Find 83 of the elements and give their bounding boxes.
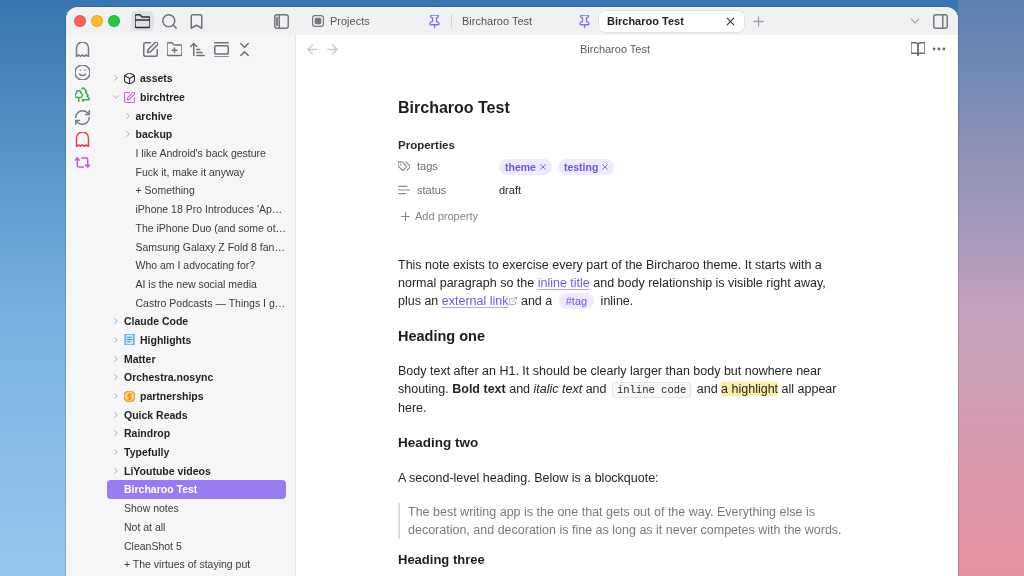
paragraph: Body text after an H1. It should be clearly larger than body but nowhere near shouting. Bold text and italic text and inline code and a highlight all appear here. (398, 363, 838, 417)
folder-item[interactable]: Raindrop (107, 424, 286, 443)
file-item[interactable]: iPhone 18 Pro Introduces 'Ap… (107, 199, 286, 219)
file-item[interactable]: + Something (107, 181, 286, 200)
bookmark-icon (189, 13, 204, 29)
search-icon (162, 13, 177, 29)
folder-item[interactable]: backup (107, 125, 286, 144)
file-item[interactable]: Not at all (107, 517, 286, 537)
paragraph: A second-level heading. Below is a blockquote: (398, 470, 660, 487)
right-sidebar-toggle-icon[interactable] (933, 13, 948, 29)
file-item[interactable]: AI is the new social media (107, 274, 286, 294)
close-icon[interactable] (725, 15, 736, 27)
window-zoom-button[interactable] (108, 15, 120, 27)
new-note-icon[interactable] (143, 41, 158, 57)
file-item[interactable]: CleanShot 5 (107, 536, 286, 555)
tag-pill[interactable]: theme (499, 159, 552, 175)
folder-item[interactable]: Orchestra.nosync (107, 368, 286, 387)
tag-pill[interactable]: testing (557, 159, 615, 175)
smiley-icon[interactable] (74, 64, 90, 80)
add-property-button[interactable]: Add property (398, 204, 478, 228)
new-tab-icon[interactable] (752, 14, 765, 28)
folder-item[interactable]: Claude Code (107, 311, 286, 331)
document-icon (124, 334, 135, 346)
file-explorer-button[interactable] (131, 11, 154, 31)
folder-item[interactable]: assets (107, 69, 286, 88)
folder-item[interactable]: Highlights (107, 330, 286, 350)
ghost-icon[interactable] (74, 42, 90, 57)
folder-item[interactable]: partnerships (107, 386, 286, 406)
sort-icon[interactable] (190, 41, 205, 57)
inline-code: inline code (611, 382, 692, 398)
folder-item[interactable]: archive (107, 106, 286, 126)
cube-icon (124, 72, 135, 84)
file-item[interactable]: Who am I advocating for? (107, 255, 286, 275)
plus-icon (400, 210, 411, 222)
file-item[interactable]: Fuck it, make it anyway (107, 162, 286, 182)
properties-heading: Properties (398, 138, 456, 153)
heading: Heading three (398, 551, 486, 569)
file-item[interactable]: Castro Podcasts — Things I g… (107, 293, 286, 312)
paragraph: This note exists to exercise every part of the Bircharoo theme. It starts with a normal paragraph so the inline title and body relationship is visible right away, plus an external link and a #tag inline. (398, 257, 827, 310)
note-pen-icon (124, 91, 135, 103)
note-header-title: Bircharoo Test (578, 43, 652, 55)
new-folder-icon[interactable] (166, 41, 182, 57)
collapse-all-icon[interactable] (237, 41, 252, 57)
open-book-icon[interactable] (911, 42, 925, 56)
repeat-icon[interactable] (74, 154, 90, 170)
highlighted-text: a highlight (721, 382, 779, 396)
text-lines-icon (398, 184, 410, 196)
tag-pill[interactable]: #tag (558, 293, 595, 309)
sidebar-toggle-icon[interactable] (274, 13, 289, 29)
ghost-icon[interactable] (74, 132, 90, 147)
note-title: Bircharoo Test (398, 98, 511, 118)
blockquote: The best writing app is the one that gets out of the way. Everything else is decoration, and decoration is fine as long as it never competes with the words. (398, 503, 846, 539)
reveal-file-icon[interactable] (213, 41, 229, 57)
tab[interactable]: Bircharoo Test (599, 10, 744, 32)
window-close-button[interactable] (74, 15, 86, 27)
folder-icon (135, 13, 150, 29)
file-item[interactable]: Show notes (107, 498, 286, 518)
property-name: status (417, 184, 447, 196)
pin-icon[interactable] (578, 14, 591, 28)
folder-item[interactable]: Quick Reads (107, 405, 286, 425)
view-icon (312, 15, 324, 27)
file-item[interactable]: + The virtues of staying put (107, 554, 286, 574)
folder-item[interactable]: Typefully (107, 442, 286, 462)
property-name: tags (417, 160, 438, 172)
tab[interactable]: Projects (304, 10, 449, 32)
folder-item[interactable]: Matter (107, 349, 286, 368)
file-item[interactable]: The iPhone Duo (and some ot… (107, 218, 286, 238)
file-item[interactable]: I like Android's back gesture (107, 143, 286, 163)
heading: Heading two (398, 434, 480, 452)
external-link-icon (509, 297, 518, 305)
pin-icon[interactable] (428, 14, 441, 28)
folder-item[interactable]: LiYoutube videos (107, 461, 286, 481)
external-link[interactable]: external link (441, 294, 518, 308)
folder-item[interactable]: birchtree (107, 87, 286, 107)
internal-link[interactable]: inline title (537, 276, 590, 290)
heading: Heading one (398, 327, 486, 346)
trees-icon[interactable] (74, 87, 90, 102)
tags-icon (398, 160, 410, 172)
property-value[interactable]: draft (499, 184, 521, 196)
tab[interactable]: Bircharoo Test (454, 10, 599, 32)
file-item[interactable]: Samsung Galaxy Z Fold 8 fan… (107, 237, 286, 256)
refresh-icon[interactable] (74, 109, 90, 125)
coin-icon (124, 390, 135, 402)
